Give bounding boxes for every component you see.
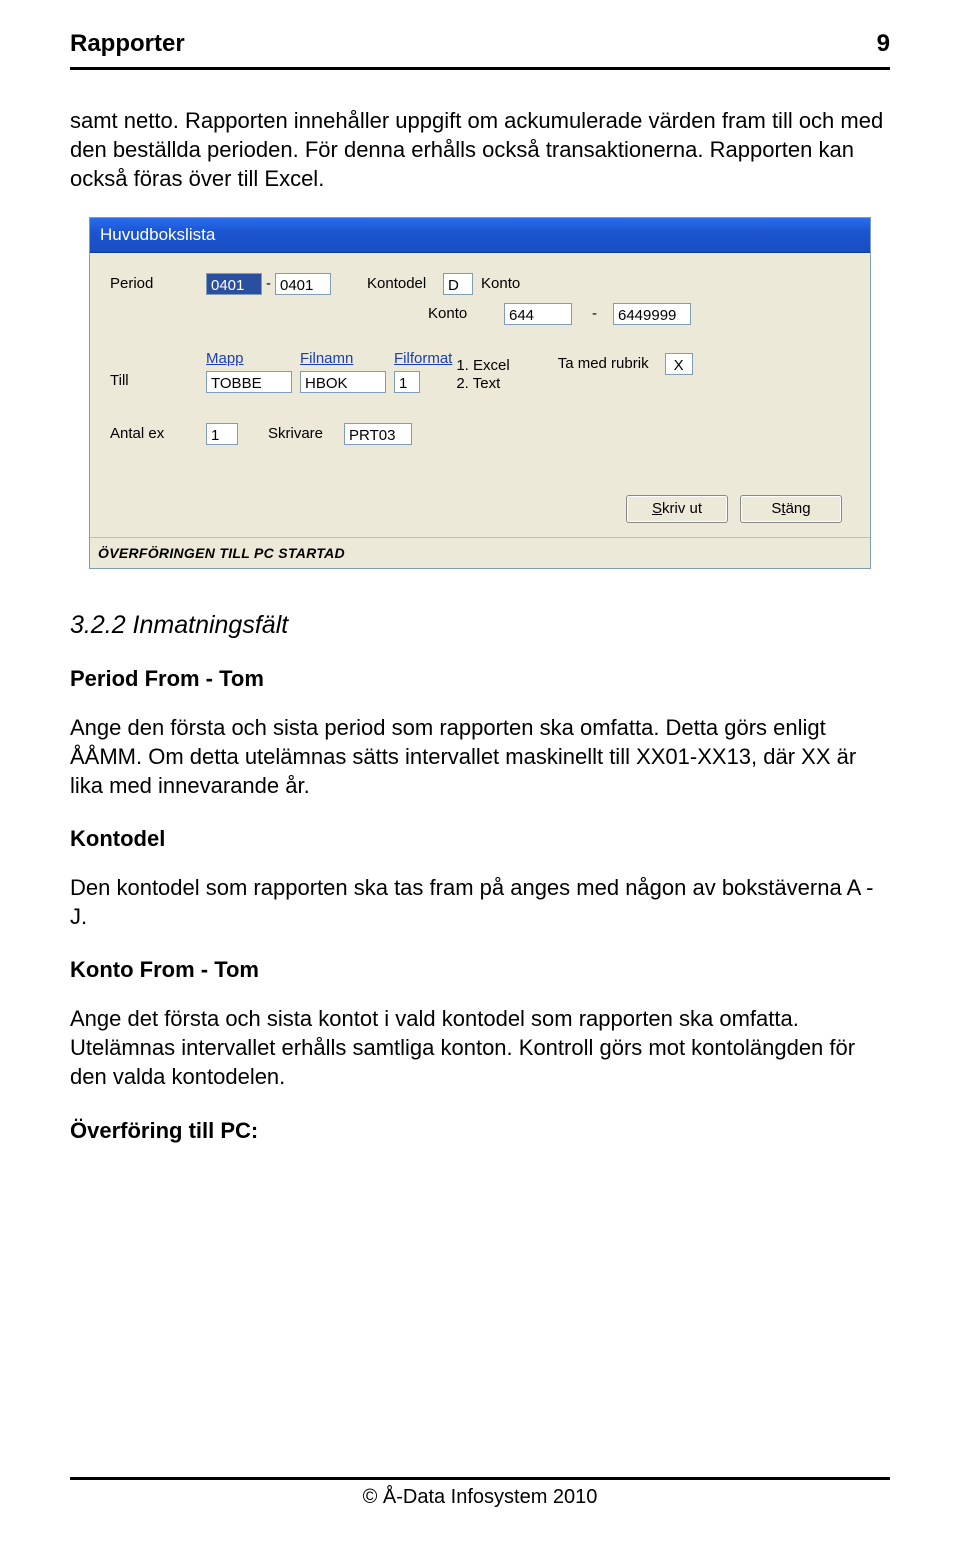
filformat-link[interactable]: Filformat [394,349,452,369]
till-label: Till [110,371,200,393]
kontodel-heading: Kontodel [70,824,890,853]
filnamn-link[interactable]: Filnamn [300,349,386,369]
skrivare-input[interactable]: PRT03 [344,423,412,445]
kontodel-input[interactable]: D [443,273,473,295]
header-left: Rapporter [70,30,185,58]
skrivare-label: Skrivare [268,424,338,444]
period-to-input[interactable]: 0401 [275,273,331,295]
konto-short-label: Konto [481,274,537,294]
filformat-input[interactable]: 1 [394,371,420,393]
antalex-input[interactable]: 1 [206,423,238,445]
dialog-titlebar: Huvudbokslista [90,218,870,253]
filformat-opt1: 1. Excel [456,357,509,375]
konto-text: Ange det första och sista kontot i vald … [70,1004,890,1091]
skrivut-button[interactable]: Skriv ut [626,495,728,523]
kontodel-label: Kontodel [367,274,437,294]
footer-rule [70,1477,890,1480]
dialog-title: Huvudbokslista [100,224,215,246]
section-number: 3.2.2 Inmatningsfält [70,609,890,642]
konto-from-input[interactable]: 644 [504,303,572,325]
dialog-status: ÖVERFÖRINGEN TILL PC STARTAD [90,537,870,568]
antalex-label: Antal ex [110,424,200,444]
stang-button[interactable]: Stäng [740,495,842,523]
period-from-input[interactable]: 0401 [206,273,262,295]
mapp-input[interactable]: TOBBE [206,371,292,393]
konto-to-input[interactable]: 6449999 [613,303,691,325]
period-label: Period [110,274,200,294]
filformat-opt2: 2. Text [456,375,509,393]
konto-heading: Konto From - Tom [70,955,890,984]
dialog-window: Huvudbokslista Period 0401 - 0401 Kontod… [89,217,871,569]
rubrik-input[interactable]: X [665,353,693,375]
tamed-label: Ta med rubrik [558,354,649,374]
mapp-link[interactable]: Mapp [206,349,292,369]
period-heading: Period From - Tom [70,664,890,693]
header-right: 9 [877,30,890,58]
pc-heading: Överföring till PC: [70,1116,890,1145]
footer-text: © Å-Data Infosystem 2010 [70,1486,890,1509]
skrivut-label: kriv ut [662,500,702,517]
konto-dash: - [588,304,601,324]
intro-text: samt netto. Rapporten innehåller uppgift… [70,106,890,193]
kontodel-text: Den kontodel som rapporten ska tas fram … [70,873,890,931]
konto-label: Konto [428,304,498,324]
period-dash: - [262,274,275,294]
filnamn-input[interactable]: HBOK [300,371,386,393]
period-text: Ange den första och sista period som rap… [70,713,890,800]
